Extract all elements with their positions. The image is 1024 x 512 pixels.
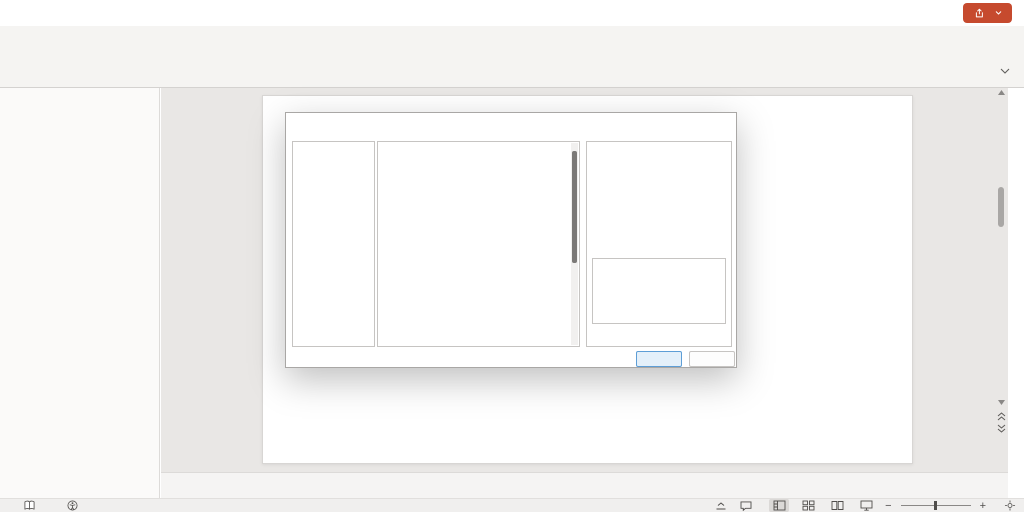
- grid-scrollbar[interactable]: [571, 143, 578, 345]
- dialog-close-button[interactable]: [704, 113, 734, 139]
- smartart-grid: [377, 141, 580, 347]
- share-button[interactable]: [963, 3, 1012, 23]
- zoom-out-button[interactable]: −: [885, 500, 891, 512]
- zoom-in-button[interactable]: +: [980, 500, 986, 512]
- grid-scrollbar-thumb[interactable]: [572, 151, 577, 263]
- comments-icon: [740, 501, 752, 511]
- fit-slide-to-window-icon[interactable]: [1004, 500, 1016, 511]
- accessibility-icon: [67, 500, 78, 511]
- cancel-button[interactable]: [689, 351, 735, 367]
- slide-thumbnail-panel: [0, 88, 160, 498]
- closed-chevron-preview-graphic: [587, 182, 731, 216]
- canvas-scrollbar-thumb[interactable]: [998, 187, 1004, 227]
- smartart-preview-pane: [586, 141, 732, 347]
- previous-slide-button[interactable]: [997, 412, 1006, 421]
- scroll-down-icon[interactable]: [998, 400, 1005, 405]
- next-slide-button[interactable]: [997, 424, 1006, 433]
- reading-view-button[interactable]: [827, 499, 847, 512]
- menu-bar: [0, 0, 1024, 26]
- accessibility-status[interactable]: [67, 500, 83, 511]
- proofing-book-icon[interactable]: [24, 500, 35, 511]
- share-icon: [973, 7, 985, 20]
- comments-toggle[interactable]: [740, 501, 756, 511]
- zoom-slider-thumb[interactable]: [934, 501, 937, 510]
- notes-toggle[interactable]: [715, 501, 731, 511]
- slideshow-view-button[interactable]: [856, 499, 876, 512]
- ribbon: [0, 26, 1024, 88]
- share-chevron-icon: [995, 11, 1002, 15]
- dialog-title: [286, 113, 736, 139]
- preview-description: [592, 258, 726, 324]
- slide-sorter-view-button[interactable]: [798, 499, 818, 512]
- status-bar: − +: [0, 498, 1024, 512]
- notes-pane[interactable]: [161, 472, 1008, 498]
- smartart-category-list: [292, 141, 375, 347]
- canvas-scrollbar[interactable]: [995, 88, 1007, 472]
- dialog-help-button[interactable]: [676, 113, 706, 139]
- scroll-up-icon[interactable]: [998, 90, 1005, 95]
- zoom-slider[interactable]: [901, 505, 971, 506]
- smartart-dialog: [285, 112, 737, 368]
- normal-view-button[interactable]: [769, 499, 789, 512]
- notes-icon: [715, 501, 727, 511]
- ok-button[interactable]: [636, 351, 682, 367]
